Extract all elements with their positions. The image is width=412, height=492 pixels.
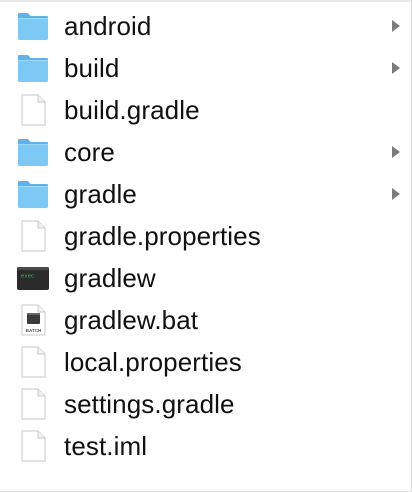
file-row-build[interactable]: build	[0, 47, 411, 89]
chevron-right-icon	[391, 61, 401, 75]
batch-file-icon: BATCH	[16, 304, 50, 336]
chevron-right-icon	[391, 19, 401, 33]
file-name: gradlew	[64, 263, 156, 293]
chevron-right-icon	[391, 145, 401, 159]
file-row-build-gradle[interactable]: build.gradle	[0, 89, 411, 131]
file-row-local-properties[interactable]: local.properties	[0, 341, 411, 383]
folder-icon	[16, 10, 50, 42]
file-row-settings-gradle[interactable]: settings.gradle	[0, 383, 411, 425]
folder-icon	[16, 136, 50, 168]
chevron-right-icon	[391, 187, 401, 201]
file-name: gradle.properties	[64, 221, 261, 251]
document-icon	[16, 346, 50, 378]
file-row-test-iml[interactable]: test.iml	[0, 425, 411, 467]
file-name: core	[64, 137, 115, 167]
file-name: android	[64, 11, 152, 41]
file-row-core[interactable]: core	[0, 131, 411, 173]
file-row-gradlew-bat[interactable]: BATCH gradlew.bat	[0, 299, 411, 341]
file-name: test.iml	[64, 431, 148, 461]
terminal-icon-text: exec	[21, 273, 34, 280]
file-row-gradle[interactable]: gradle	[0, 173, 411, 215]
document-icon	[16, 430, 50, 462]
document-icon	[16, 220, 50, 252]
file-name: build.gradle	[64, 95, 200, 125]
file-row-gradle-properties[interactable]: gradle.properties	[0, 215, 411, 257]
file-row-gradlew[interactable]: exec gradlew	[0, 257, 411, 299]
file-name: gradle	[64, 179, 137, 209]
file-name: local.properties	[64, 347, 242, 377]
folder-icon	[16, 178, 50, 210]
terminal-exec-icon: exec	[16, 262, 50, 294]
file-name: gradlew.bat	[64, 305, 199, 335]
file-name: build	[64, 53, 120, 83]
document-icon	[16, 388, 50, 420]
folder-icon	[16, 52, 50, 84]
document-icon	[16, 94, 50, 126]
file-browser-column: android build build.gradle core gradle g…	[0, 0, 412, 492]
batch-icon-text: BATCH	[26, 328, 42, 333]
file-row-android[interactable]: android	[0, 5, 411, 47]
file-name: settings.gradle	[64, 389, 235, 419]
column-top-border	[0, 0, 411, 2]
